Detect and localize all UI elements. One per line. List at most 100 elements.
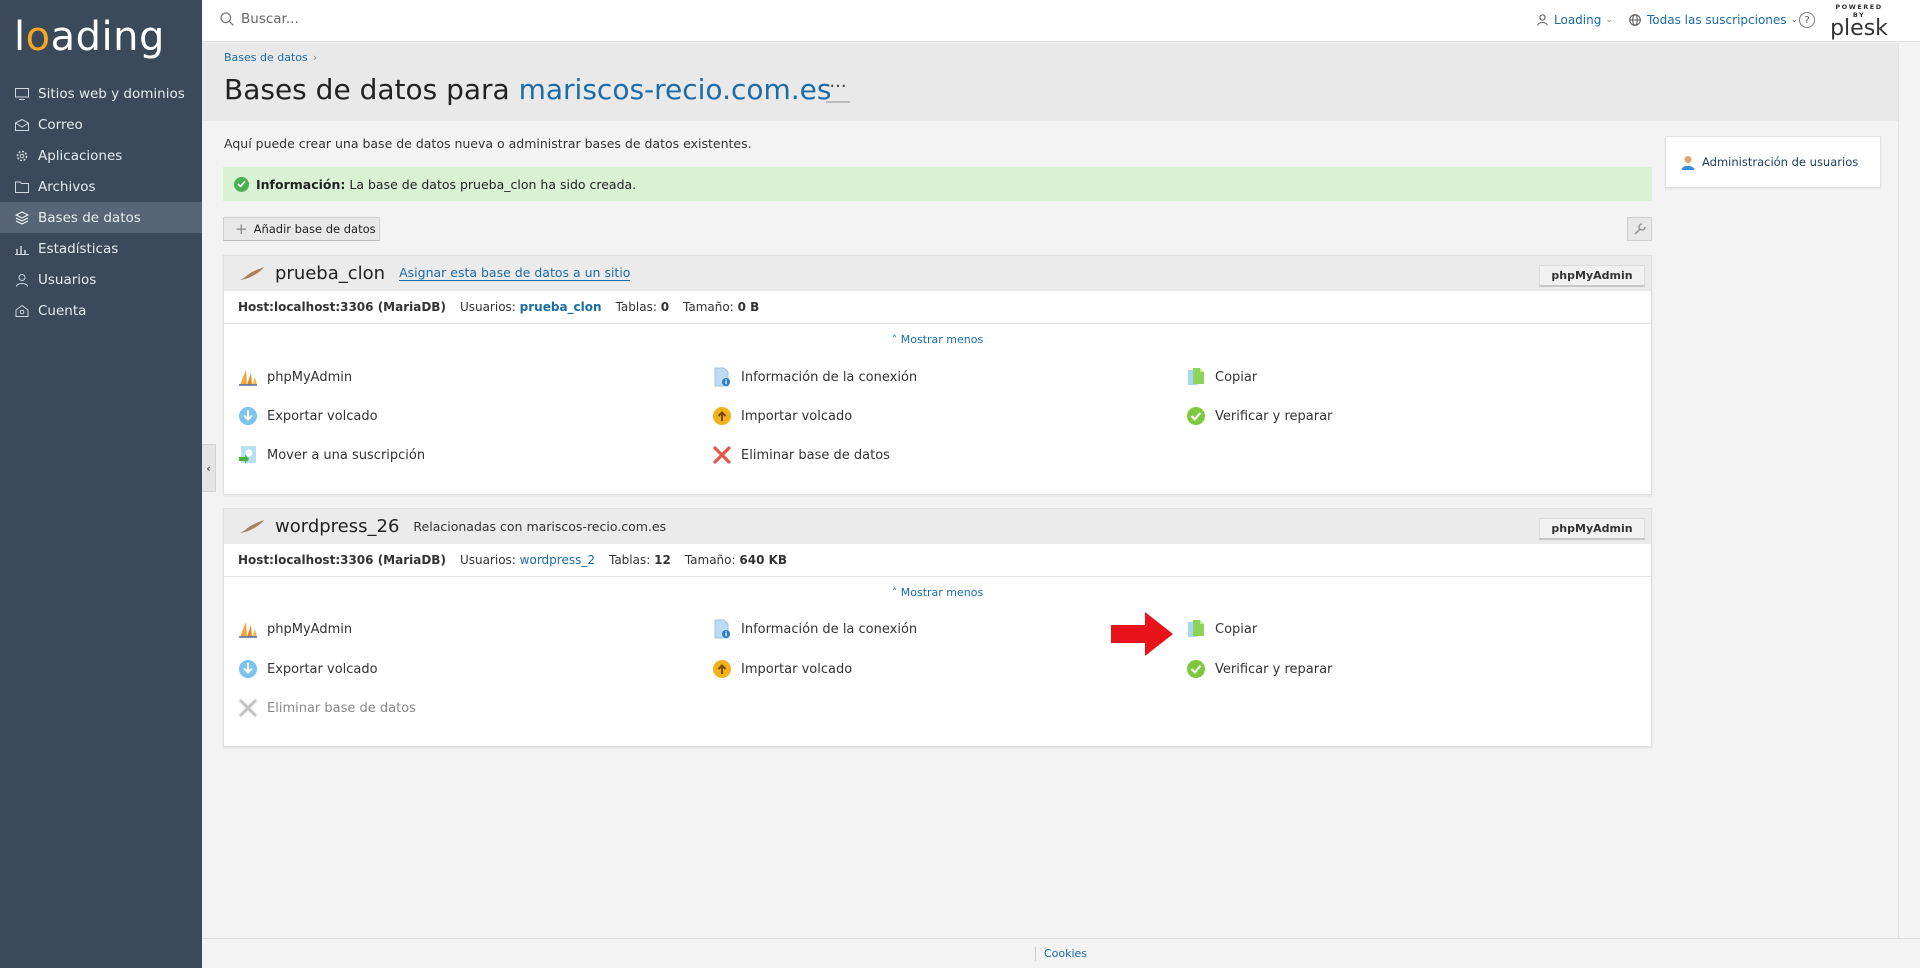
users-link[interactable]: wordpress_2 <box>520 553 595 567</box>
action-phpmyadmin[interactable]: phpMyAdmin <box>238 367 352 387</box>
breadcrumb-link[interactable]: Bases de datos <box>224 51 308 64</box>
copy-icon <box>1186 619 1206 639</box>
action-export-dump[interactable]: Exportar volcado <box>238 659 378 679</box>
wrench-icon <box>1633 223 1646 235</box>
search-icon <box>220 12 234 26</box>
related-domain-text: Relacionadas con mariscos-recio.com.es <box>413 519 667 534</box>
action-import-dump[interactable]: Importar volcado <box>712 659 852 679</box>
action-delete-database-disabled: Eliminar base de datos <box>238 698 416 718</box>
host-value: Host:localhost:3306 (MariaDB) <box>238 553 446 567</box>
action-delete-database[interactable]: Eliminar base de datos <box>712 445 890 465</box>
user-menu[interactable]: Loading ⌄ <box>1537 13 1613 27</box>
search-input[interactable]: Buscar... <box>220 11 299 27</box>
action-label: Información de la conexión <box>741 621 918 637</box>
help-glyph: ? <box>1804 14 1810 26</box>
chevron-down-icon: ⌄ <box>1605 15 1613 25</box>
action-move-subscription[interactable]: Mover a una suscripción <box>238 445 425 465</box>
user-administration-panel[interactable]: Administración de usuarios <box>1665 136 1881 188</box>
database-card-header: wordpress_26 Relacionadas con mariscos-r… <box>224 509 1651 544</box>
subscriptions-menu[interactable]: Todas las suscripciones ⌄ <box>1629 13 1798 27</box>
size-label: Tamaño: <box>684 553 736 567</box>
action-import-dump[interactable]: Importar volcado <box>712 406 852 426</box>
footer: Cookies <box>202 938 1920 968</box>
database-name: wordpress_26 <box>275 516 400 537</box>
tables-value: 0 <box>660 300 670 314</box>
tables-label: Tablas: <box>608 553 651 567</box>
scrollbar[interactable] <box>1898 43 1920 938</box>
database-meta: Host:localhost:3306 (MariaDB) Usuarios: … <box>224 544 1651 577</box>
user-icon <box>14 272 30 288</box>
sidebar-item-users[interactable]: Usuarios <box>0 264 202 295</box>
intro-text: Aquí puede crear una base de datos nueva… <box>224 136 752 151</box>
export-icon <box>238 659 258 679</box>
user-admin-icon <box>1681 155 1695 170</box>
brand-logo[interactable]: loading <box>0 0 202 72</box>
page-header: Bases de datos › Bases de datos para mari… <box>202 43 1898 121</box>
sidebar-item-label: Estadísticas <box>38 240 119 257</box>
database-card: prueba_clon Asignar esta base de datos a… <box>223 255 1652 495</box>
plesk-wordmark: plesk <box>1830 16 1888 41</box>
account-icon <box>14 303 30 319</box>
more-icon: ··· <box>829 76 847 97</box>
database-meta: Host:localhost:3306 (MariaDB) Usuarios: … <box>224 291 1651 324</box>
database-card-header: prueba_clon Asignar esta base de datos a… <box>224 256 1651 291</box>
action-label: phpMyAdmin <box>267 369 353 385</box>
user-icon <box>1537 14 1548 26</box>
action-connection-info[interactable]: Información de la conexión <box>712 367 917 387</box>
delete-x-icon <box>712 445 732 465</box>
layers-icon <box>14 210 30 226</box>
tools-button[interactable] <box>1627 217 1652 241</box>
sidebar-item-websites[interactable]: Sitios web y dominios <box>0 78 202 109</box>
users-link[interactable]: prueba_clon <box>520 300 602 314</box>
sidebar-item-label: Cuenta <box>38 302 87 319</box>
phpmyadmin-button[interactable]: phpMyAdmin <box>1539 518 1645 540</box>
action-label: Exportar volcado <box>267 661 378 677</box>
copy-icon <box>1186 367 1206 387</box>
action-connection-info[interactable]: Información de la conexión <box>712 619 917 639</box>
action-export-dump[interactable]: Exportar volcado <box>238 406 378 426</box>
sidebar-item-applications[interactable]: Aplicaciones <box>0 140 202 171</box>
sidebar-item-account[interactable]: Cuenta <box>0 295 202 326</box>
page-title: Bases de datos para mariscos-recio.com.e… <box>224 73 832 106</box>
sidebar-item-mail[interactable]: Correo <box>0 109 202 140</box>
breadcrumb[interactable]: Bases de datos › <box>224 51 317 64</box>
action-copy[interactable]: Copiar <box>1186 619 1257 639</box>
action-label: Mover a una suscripción <box>267 447 426 463</box>
sidebar-item-label: Sitios web y dominios <box>38 85 185 102</box>
action-check-repair[interactable]: Verificar y reparar <box>1186 406 1332 426</box>
show-less-link[interactable]: ˄ Mostrar menos <box>224 577 1651 607</box>
sidebar-item-files[interactable]: Archivos <box>0 171 202 202</box>
sidebar-collapse-button[interactable]: ‹ <box>202 444 216 492</box>
folder-icon <box>14 179 30 195</box>
action-label: Importar volcado <box>741 408 853 424</box>
plus-icon: + <box>235 220 248 238</box>
check-circle-icon <box>1186 406 1206 426</box>
show-less-link[interactable]: ˄ Mostrar menos <box>224 324 1651 354</box>
phpmyadmin-icon <box>238 367 258 387</box>
phpmyadmin-icon <box>238 619 258 639</box>
action-label: Copiar <box>1215 621 1258 637</box>
action-check-repair[interactable]: Verificar y reparar <box>1186 659 1332 679</box>
add-database-button[interactable]: + Añadir base de datos <box>223 217 380 241</box>
host-value: Host:localhost:3306 (MariaDB) <box>238 300 446 314</box>
users-label: Usuarios: <box>459 300 516 314</box>
chevron-down-icon: ⌄ <box>1790 15 1799 25</box>
bar-chart-icon <box>14 241 30 257</box>
action-label: Eliminar base de datos <box>267 700 416 716</box>
phpmyadmin-button[interactable]: phpMyAdmin <box>1539 265 1645 287</box>
page-title-domain[interactable]: mariscos-recio.com.es <box>519 73 832 106</box>
action-phpmyadmin[interactable]: phpMyAdmin <box>238 619 352 639</box>
breadcrumb-separator: › <box>312 51 318 64</box>
action-copy[interactable]: Copiar <box>1186 367 1257 387</box>
cookies-link[interactable]: Cookies <box>1044 947 1087 960</box>
more-actions-button[interactable]: ··· <box>826 78 850 103</box>
success-check-icon <box>234 176 249 192</box>
plesk-logo: POWERED BY plesk <box>1829 3 1889 40</box>
action-label: Eliminar base de datos <box>741 447 890 463</box>
red-arrow-icon <box>1111 612 1173 656</box>
sidebar-item-statistics[interactable]: Estadísticas <box>0 233 202 264</box>
info-message: Información: La base de datos prueba_clo… <box>223 167 1652 201</box>
assign-site-link[interactable]: Asignar esta base de datos a un sitio <box>399 266 631 281</box>
help-icon[interactable]: ? <box>1799 12 1815 28</box>
sidebar-item-databases[interactable]: Bases de datos <box>0 202 202 233</box>
